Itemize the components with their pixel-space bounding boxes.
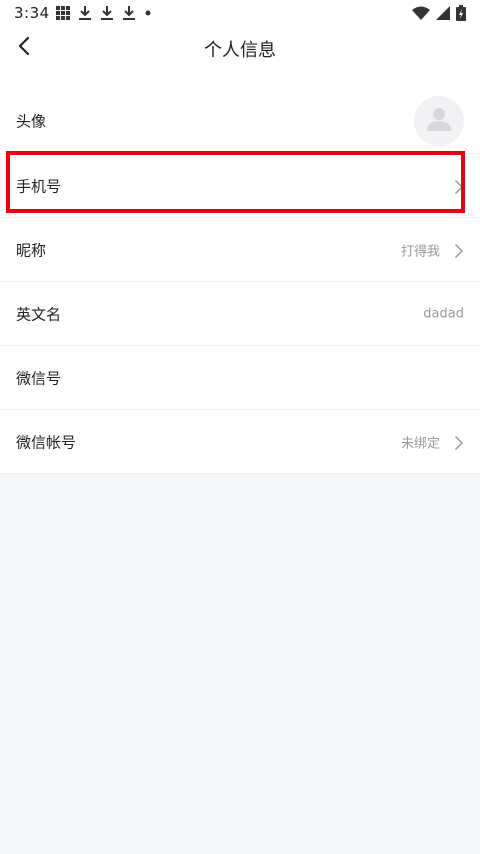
nickname-row[interactable]: 昵称 打得我 [0,218,480,282]
dot-icon [144,5,152,21]
nav-bar: 个人信息 [0,28,480,68]
battery-icon [456,5,466,25]
row-label: 头像 [16,112,47,130]
chevron-right-icon [452,179,466,194]
wechat-id-row[interactable]: 微信号 [0,346,480,410]
row-value: 打得我 [400,244,440,259]
wifi-icon [412,6,430,24]
avatar[interactable] [414,95,464,146]
status-time: 3:34 [14,4,50,22]
user-icon [425,105,453,137]
row-value: dadad [423,306,464,321]
avatar-row[interactable]: 头像 [0,88,480,154]
signal-icon [436,6,450,24]
download-icon [122,5,136,21]
wechat-account-row[interactable]: 微信帐号 未绑定 [0,410,480,474]
row-label: 手机号 [16,177,62,195]
row-value: 未绑定 [400,436,440,451]
download-icon [78,5,92,21]
english-name-row[interactable]: 英文名 dadad [0,282,480,346]
status-system-icons [412,5,466,25]
chevron-right-icon [452,243,466,258]
row-label: 微信帐号 [16,433,77,451]
download-icon [100,5,114,21]
row-label: 英文名 [16,305,62,323]
row-label: 昵称 [16,241,47,259]
status-bar: 3:34 [0,0,480,28]
top-area: 3:34 个人信息 头像 手机号 昵称 打得我 英文名 dadad 微信号 微信… [0,0,480,474]
status-notification-icons [56,5,152,21]
row-label: 微信号 [16,369,62,387]
page-title: 个人信息 [204,40,276,61]
grid-icon [56,6,70,20]
chevron-right-icon [452,435,466,450]
phone-row[interactable]: 手机号 [0,154,480,218]
profile-list: 头像 手机号 昵称 打得我 英文名 dadad 微信号 微信帐号 未绑定 [0,88,480,474]
